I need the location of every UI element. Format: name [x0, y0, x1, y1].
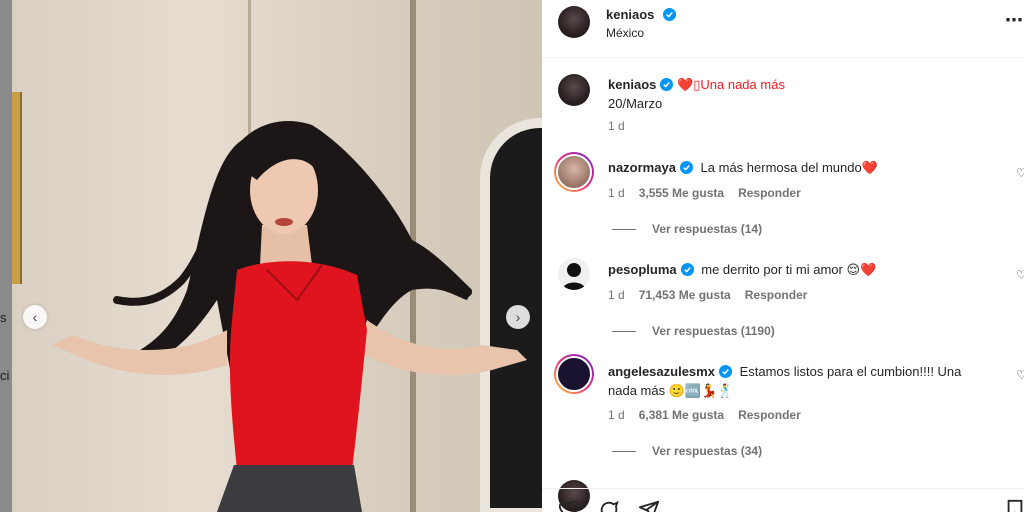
comment-text: angelesazulesmx Estamos listos para el c…	[608, 362, 1008, 400]
instagram-post-modal: s ci ‹ › keniaos México ⋯ keniaos ❤️▯Una…	[0, 0, 1024, 512]
verified-badge-icon	[660, 78, 674, 91]
comment-time: 1 d	[608, 288, 625, 302]
caption-date: 20/Marzo	[608, 96, 663, 111]
verified-badge-icon	[662, 8, 676, 21]
comment-icon[interactable]	[598, 499, 620, 512]
comment-body: Estamos listos para el cumbion!!!! Una	[739, 364, 962, 379]
comment-text: pesopluma me derrito por ti mi amor 😌❤️	[608, 260, 1008, 279]
caption-timestamp: 1 d	[608, 119, 625, 133]
reply-button[interactable]: Responder	[738, 186, 801, 200]
chevron-right-icon: ›	[515, 309, 521, 325]
comment-likes[interactable]: 3,555 Me gusta	[639, 186, 724, 200]
view-replies-label: Ver respuestas (1190)	[652, 324, 775, 338]
comment-meta: 1 d 3,555 Me gusta Responder	[608, 186, 815, 200]
post-image[interactable]: ‹ ›	[12, 0, 542, 512]
author-avatar[interactable]	[558, 6, 590, 38]
reply-button[interactable]: Responder	[745, 288, 808, 302]
author-username[interactable]: keniaos	[606, 7, 654, 22]
commenter-avatar[interactable]	[554, 152, 594, 192]
heart-icon[interactable]	[558, 499, 580, 512]
comment-time: 1 d	[608, 408, 625, 422]
person-illustration	[52, 120, 527, 512]
comment-meta: 1 d 71,453 Me gusta Responder	[608, 288, 821, 302]
comment-username[interactable]: angelesazulesmx	[608, 364, 715, 379]
comment-time: 1 d	[608, 186, 625, 200]
commenter-avatar[interactable]	[554, 354, 594, 394]
view-replies-label: Ver respuestas (14)	[652, 222, 763, 236]
replies-divider	[612, 331, 636, 333]
heart-icon[interactable]: ♡	[1016, 166, 1024, 178]
post-details-panel: keniaos México ⋯ keniaos ❤️▯Una nada más…	[542, 0, 1024, 512]
view-replies-button[interactable]: Ver respuestas (1190)	[612, 324, 775, 338]
verified-badge-icon	[680, 263, 694, 276]
view-replies-button[interactable]: Ver respuestas (14)	[612, 222, 762, 236]
background-text-fragment: ci	[0, 368, 10, 383]
next-image-button[interactable]: ›	[506, 305, 530, 329]
post-header: keniaos México ⋯	[542, 0, 1024, 58]
caption-body: ❤️▯Una nada más	[677, 77, 785, 92]
heart-icon[interactable]: ♡	[1016, 368, 1024, 380]
comment-username[interactable]: pesopluma	[608, 262, 677, 277]
background-page: s ci	[0, 0, 12, 512]
caption-avatar[interactable]	[558, 74, 590, 106]
bookmark-icon[interactable]	[1004, 499, 1024, 512]
view-replies-button[interactable]: Ver respuestas (34)	[612, 444, 762, 458]
commenter-avatar[interactable]	[558, 258, 590, 290]
comment-username[interactable]: nazormaya	[608, 160, 676, 175]
replies-divider	[612, 451, 636, 453]
comment-body: La más hermosa del mundo❤️	[700, 160, 878, 175]
comment-likes[interactable]: 6,381 Me gusta	[639, 408, 724, 422]
view-replies-label: Ver respuestas (34)	[652, 444, 763, 458]
caption-text: keniaos ❤️▯Una nada más 20/Marzo	[608, 75, 1008, 113]
replies-divider	[612, 229, 636, 231]
chevron-left-icon: ‹	[32, 309, 38, 325]
comment-meta: 1 d 6,381 Me gusta Responder	[608, 408, 815, 422]
avatar-silhouette	[562, 263, 586, 290]
reply-button[interactable]: Responder	[738, 408, 801, 422]
verified-badge-icon	[679, 161, 693, 174]
previous-image-button[interactable]: ‹	[23, 305, 47, 329]
heart-icon[interactable]: ♡	[1016, 268, 1024, 280]
post-actions-bar	[542, 488, 1024, 512]
more-options-icon[interactable]: ⋯	[1005, 10, 1024, 31]
verified-badge-icon	[718, 365, 732, 378]
background-text-fragment: s	[0, 310, 7, 325]
post-location[interactable]: México	[606, 26, 644, 40]
comment-body-continued: nada más 🙂🆒💃🕺	[608, 383, 734, 398]
share-icon[interactable]	[638, 499, 660, 512]
comment-likes[interactable]: 71,453 Me gusta	[639, 288, 731, 302]
comment-text: nazormaya La más hermosa del mundo❤️	[608, 158, 1008, 177]
caption-username[interactable]: keniaos	[608, 77, 656, 92]
comment-body: me derrito por ti mi amor 😌❤️	[701, 262, 877, 277]
